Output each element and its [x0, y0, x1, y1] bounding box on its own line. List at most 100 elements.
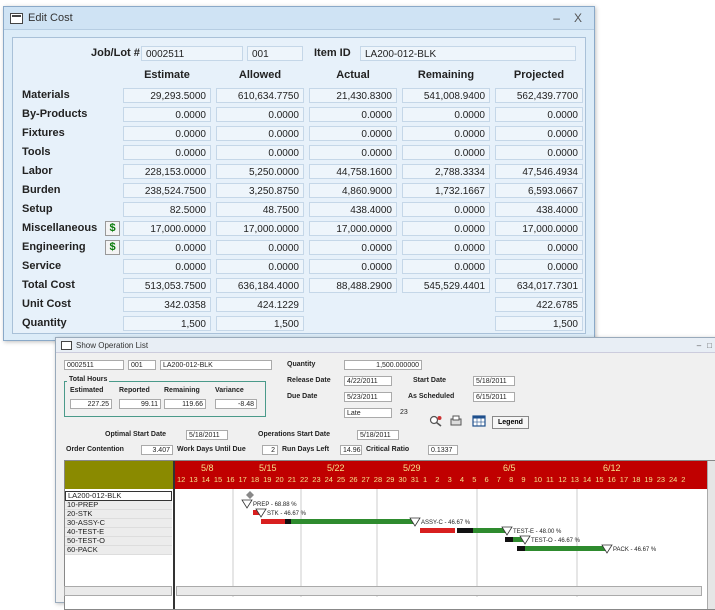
- cost-cell[interactable]: 438.4000: [309, 202, 397, 217]
- cost-cell[interactable]: 562,439.7700: [495, 88, 583, 103]
- cost-cell[interactable]: 610,634.7750: [216, 88, 304, 103]
- cost-cell[interactable]: 44,758.1600: [309, 164, 397, 179]
- legend-button[interactable]: Legend: [492, 416, 529, 429]
- find-icon[interactable]: [428, 414, 444, 428]
- cost-cell[interactable]: 0.0000: [123, 145, 211, 160]
- cost-cell[interactable]: 634,017.7301: [495, 278, 583, 293]
- close-button[interactable]: X: [574, 11, 582, 25]
- day-label: 23: [312, 475, 321, 484]
- cost-cell[interactable]: 17,000.0000: [123, 221, 211, 236]
- cost-cell[interactable]: 0.0000: [402, 145, 490, 160]
- gantt-bar-label: TEST-E - 48.00 %: [513, 529, 562, 535]
- quantity-field[interactable]: 1,500.000000: [344, 360, 422, 370]
- op-item-field[interactable]: LA200-012-BLK: [160, 360, 272, 370]
- cost-cell[interactable]: 0.0000: [402, 259, 490, 274]
- cost-cell[interactable]: 17,000.0000: [216, 221, 304, 236]
- print-icon[interactable]: [448, 414, 464, 428]
- cost-cell[interactable]: 0.0000: [402, 107, 490, 122]
- cost-cell[interactable]: 0.0000: [216, 145, 304, 160]
- dollar-icon[interactable]: $: [105, 240, 120, 255]
- cost-cell[interactable]: 541,008.9400: [402, 88, 490, 103]
- gantt-bar-label: ASSY-C - 46.67 %: [421, 520, 471, 526]
- day-label: 27: [361, 475, 370, 484]
- cost-cell[interactable]: 47,546.4934: [495, 164, 583, 179]
- cost-cell[interactable]: 17,000.0000: [309, 221, 397, 236]
- cost-cell[interactable]: 17,000.0000: [495, 221, 583, 236]
- cost-cell[interactable]: 29,293.5000: [123, 88, 211, 103]
- op-lot-field[interactable]: 001: [128, 360, 156, 370]
- cost-cell[interactable]: 21,430.8300: [309, 88, 397, 103]
- cost-cell[interactable]: 0.0000: [495, 240, 583, 255]
- day-label: 22: [300, 475, 309, 484]
- cost-cell[interactable]: 48.7500: [216, 202, 304, 217]
- day-label: 7: [496, 475, 501, 484]
- cost-cell[interactable]: 238,524.7500: [123, 183, 211, 198]
- cost-cell[interactable]: 1,500: [495, 316, 583, 331]
- task-list-scrollbar[interactable]: [64, 586, 172, 596]
- start-date-field[interactable]: 5/18/2011: [473, 376, 515, 386]
- window-app-icon: [10, 12, 23, 24]
- item-id-field[interactable]: LA200-012-BLK: [360, 46, 576, 61]
- cost-cell[interactable]: 0.0000: [402, 221, 490, 236]
- cost-cell[interactable]: 0.0000: [123, 259, 211, 274]
- gantt-bar-black: [285, 519, 291, 524]
- cost-cell[interactable]: 1,500: [216, 316, 304, 331]
- cost-cell[interactable]: 1,500: [123, 316, 211, 331]
- cost-cell[interactable]: 424.1229: [216, 297, 304, 312]
- cost-cell[interactable]: 4,860.9000: [309, 183, 397, 198]
- cost-cell[interactable]: 0.0000: [495, 126, 583, 141]
- cost-cell[interactable]: 6,593.0667: [495, 183, 583, 198]
- cost-cell[interactable]: 342.0358: [123, 297, 211, 312]
- work-days-label: Work Days Until Due: [177, 446, 246, 453]
- gantt-vertical-scrollbar[interactable]: [707, 461, 715, 609]
- cost-cell[interactable]: 0.0000: [402, 202, 490, 217]
- minimize-button[interactable]: –: [553, 11, 560, 25]
- row-label: Quantity: [22, 317, 67, 329]
- window-title: Edit Cost: [28, 12, 73, 24]
- as-scheduled-field[interactable]: 6/15/2011: [473, 392, 515, 402]
- calendar-icon[interactable]: [471, 414, 487, 428]
- cost-cell[interactable]: 0.0000: [216, 240, 304, 255]
- cost-cell[interactable]: 0.0000: [309, 259, 397, 274]
- job-field[interactable]: 0002511: [141, 46, 243, 61]
- due-date-field[interactable]: 5/23/2011: [344, 392, 392, 402]
- restore-button[interactable]: □: [707, 341, 712, 350]
- release-date-field[interactable]: 4/22/2011: [344, 376, 392, 386]
- cost-cell[interactable]: 2,788.3334: [402, 164, 490, 179]
- cost-cell[interactable]: 0.0000: [402, 126, 490, 141]
- optimal-start-field[interactable]: 5/18/2011: [186, 430, 228, 440]
- cost-cell[interactable]: 0.0000: [402, 240, 490, 255]
- timeline-scrollbar[interactable]: [176, 586, 702, 596]
- op-job-field[interactable]: 0002511: [64, 360, 124, 370]
- cost-cell[interactable]: 0.0000: [123, 240, 211, 255]
- cost-cell[interactable]: 1,732.1667: [402, 183, 490, 198]
- cost-cell[interactable]: 0.0000: [495, 107, 583, 122]
- cost-cell[interactable]: 0.0000: [216, 107, 304, 122]
- cost-cell[interactable]: 438.4000: [495, 202, 583, 217]
- lot-field[interactable]: 001: [247, 46, 303, 61]
- cost-cell[interactable]: 0.0000: [495, 259, 583, 274]
- cost-cell[interactable]: 0.0000: [309, 126, 397, 141]
- cost-cell[interactable]: 636,184.4000: [216, 278, 304, 293]
- cost-cell[interactable]: 88,488.2900: [309, 278, 397, 293]
- cost-cell[interactable]: 513,053.7500: [123, 278, 211, 293]
- task-row[interactable]: 60-PACK: [65, 546, 172, 555]
- cost-cell[interactable]: 0.0000: [216, 259, 304, 274]
- cost-cell[interactable]: 82.5000: [123, 202, 211, 217]
- cost-cell[interactable]: 0.0000: [309, 240, 397, 255]
- cost-cell[interactable]: 0.0000: [309, 107, 397, 122]
- cost-cell[interactable]: 0.0000: [123, 126, 211, 141]
- minimize-button[interactable]: –: [697, 341, 701, 350]
- cost-cell[interactable]: 422.6785: [495, 297, 583, 312]
- dollar-icon[interactable]: $: [105, 221, 120, 236]
- cost-cell[interactable]: 5,250.0000: [216, 164, 304, 179]
- cost-cell[interactable]: 0.0000: [216, 126, 304, 141]
- cost-cell[interactable]: 228,153.0000: [123, 164, 211, 179]
- cost-cell[interactable]: 545,529.4401: [402, 278, 490, 293]
- cost-cell[interactable]: 0.0000: [309, 145, 397, 160]
- week-label: 6/5: [503, 463, 516, 473]
- operations-start-field[interactable]: 5/18/2011: [357, 430, 399, 440]
- cost-cell[interactable]: 0.0000: [123, 107, 211, 122]
- cost-cell[interactable]: 0.0000: [495, 145, 583, 160]
- cost-cell[interactable]: 3,250.8750: [216, 183, 304, 198]
